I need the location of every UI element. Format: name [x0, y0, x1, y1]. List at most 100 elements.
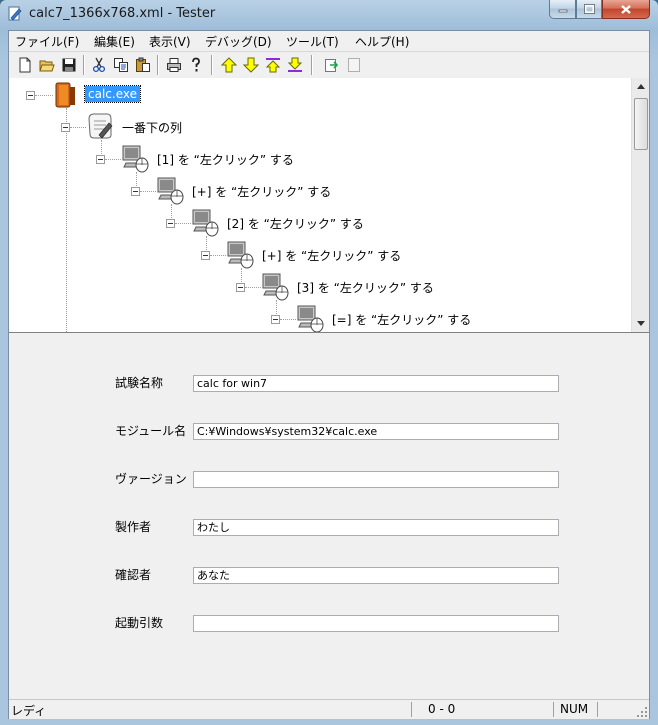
tree-guide [70, 127, 86, 128]
toolbar-separator [211, 55, 213, 75]
mouse-click-icon [122, 145, 149, 173]
move-up-button[interactable] [219, 55, 239, 75]
menu-file[interactable]: ファイル(F) [15, 33, 79, 50]
group-expander[interactable] [61, 123, 70, 132]
step-expander[interactable] [201, 251, 210, 260]
test-name-label: 試験名称 [115, 376, 164, 390]
arguments-label: 起動引数 [115, 616, 164, 630]
tree-node-step[interactable]: [+] を “左クリック” する [189, 182, 334, 201]
status-numlock: NUM [553, 702, 595, 717]
open-button[interactable] [37, 55, 57, 75]
save-button[interactable] [59, 55, 79, 75]
tree-guide [245, 287, 261, 288]
test-tree[interactable]: calc.exe 一番下の列 [1] を “左クリック” する [+] を “左… [9, 78, 649, 333]
arrow-down-icon [636, 321, 645, 326]
scroll-thumb[interactable] [634, 98, 648, 150]
tree-node-step[interactable]: [2] を “左クリック” する [224, 214, 367, 233]
menu-help[interactable]: ヘルプ(H) [355, 33, 409, 50]
resize-grip-icon[interactable] [636, 706, 648, 718]
step-expander[interactable] [166, 219, 175, 228]
move-up-icon [221, 57, 237, 73]
run-button[interactable] [322, 55, 342, 75]
tree-node-step[interactable]: [1] を “左クリック” する [154, 150, 297, 169]
author-label: 製作者 [115, 520, 152, 534]
close-icon [621, 4, 631, 14]
status-position: 0 - 0 [411, 702, 549, 717]
copy-button[interactable] [111, 55, 131, 75]
help-icon [192, 57, 200, 72]
open-folder-icon [39, 60, 55, 72]
module-name-field[interactable]: C:¥Windows¥system32¥calc.exe [193, 423, 559, 440]
run-icon [325, 59, 339, 72]
client-area: ファイル(F) 編集(E) 表示(V) デバッグ(D) ツール(T) ヘルプ(H… [8, 30, 650, 719]
move-down-button[interactable] [241, 55, 261, 75]
scroll-down-button[interactable] [632, 315, 649, 332]
tree-guide [140, 191, 156, 192]
help-button[interactable] [186, 55, 206, 75]
scroll-up-button[interactable] [632, 78, 649, 95]
paste-icon [136, 57, 150, 72]
mouse-click-icon [227, 241, 254, 269]
tree-node-step[interactable]: [+] を “左クリック” する [259, 246, 404, 265]
tree-node-step[interactable]: [=] を “左クリック” する [329, 310, 474, 329]
tree-node-step[interactable]: [3] を “左クリック” する [294, 278, 437, 297]
move-top-button[interactable] [263, 55, 283, 75]
maximize-icon [583, 4, 595, 14]
print-icon [167, 58, 181, 72]
menu-tools[interactable]: ツール(T) [286, 33, 339, 50]
new-button[interactable] [15, 55, 35, 75]
menu-view[interactable]: 表示(V) [149, 33, 191, 50]
cut-icon [92, 57, 106, 73]
tree-guide [280, 319, 296, 320]
module-name-label: モジュール名 [115, 424, 187, 438]
toolbar-separator [311, 55, 313, 75]
mouse-click-icon [297, 305, 324, 332]
root-expander[interactable] [26, 91, 35, 100]
version-field[interactable] [193, 471, 559, 488]
mouse-click-icon [262, 273, 289, 301]
paste-button[interactable] [133, 55, 153, 75]
author-field[interactable]: わたし [193, 519, 559, 536]
new-file-icon [19, 57, 31, 73]
application-icon [55, 82, 75, 108]
test-name-field[interactable]: calc for win7 [193, 375, 559, 392]
properties-pane: 試験名称 calc for win7 モジュール名 C:¥Windows¥sys… [9, 333, 649, 698]
title-bar[interactable]: calc7_1366x768.xml - Tester [0, 0, 658, 30]
maximize-button[interactable] [576, 0, 602, 19]
tree-guide [66, 108, 67, 332]
tree-node-root[interactable]: calc.exe [84, 85, 141, 103]
print-button[interactable] [164, 55, 184, 75]
arrow-up-icon [636, 84, 645, 89]
cut-button[interactable] [89, 55, 109, 75]
step-expander[interactable] [236, 283, 245, 292]
step-expander[interactable] [96, 155, 105, 164]
menu-bar: ファイル(F) 編集(E) 表示(V) デバッグ(D) ツール(T) ヘルプ(H… [9, 31, 649, 51]
menu-debug[interactable]: デバッグ(D) [205, 33, 272, 50]
step-expander[interactable] [271, 315, 280, 324]
close-button[interactable] [602, 0, 650, 19]
copy-icon [114, 58, 128, 72]
move-top-icon [265, 58, 281, 73]
tree-guide [175, 223, 191, 224]
window-title: calc7_1366x768.xml - Tester [29, 6, 216, 21]
arguments-field[interactable] [193, 615, 559, 632]
minimize-icon [558, 9, 567, 13]
tree-node-group[interactable]: 一番下の列 [119, 118, 185, 137]
stop-button [344, 55, 364, 75]
app-window: calc7_1366x768.xml - Tester ファイル(F) 編集(E… [0, 0, 658, 725]
app-icon [8, 6, 22, 21]
status-message: レディ [11, 704, 47, 718]
toolbar-separator [83, 55, 85, 75]
save-icon [62, 58, 76, 72]
mouse-click-icon [157, 177, 184, 205]
move-down-icon [243, 57, 259, 73]
reviewer-field[interactable]: あなた [193, 567, 559, 584]
tree-scrollbar[interactable] [631, 78, 649, 332]
status-empty-panel [597, 702, 633, 717]
step-expander[interactable] [131, 187, 140, 196]
move-bottom-button[interactable] [285, 55, 305, 75]
menu-edit[interactable]: 編集(E) [94, 33, 135, 50]
script-icon [88, 113, 113, 139]
minimize-button[interactable] [549, 0, 576, 19]
tree-guide [210, 255, 226, 256]
